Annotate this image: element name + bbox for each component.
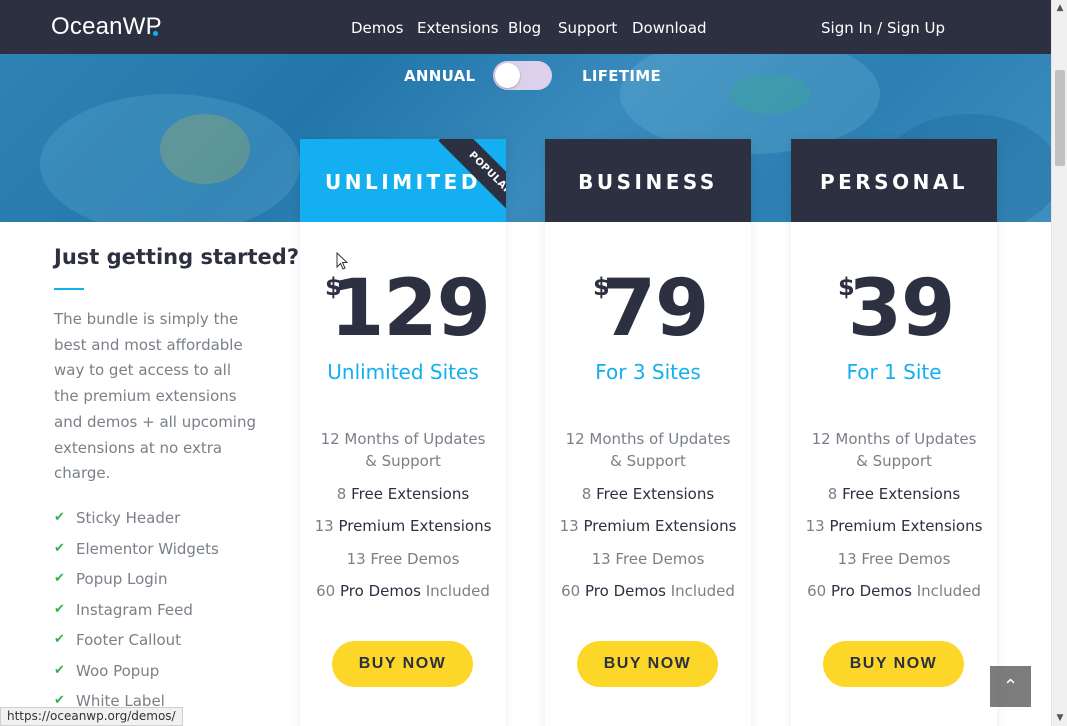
plan-sites: For 1 Site (846, 360, 942, 384)
intro-text: The bundle is simply the best and most a… (54, 310, 257, 483)
plan-feature-premium-ext: 13 Premium Extensions (314, 517, 492, 535)
plan-feature-free-ext: 8 Free Extensions (581, 484, 715, 503)
browser-status-bar: https://oceanwp.org/demos/ (0, 707, 183, 726)
buy-now-button[interactable]: BUY NOW (823, 641, 964, 687)
nav-download[interactable]: Download (632, 19, 707, 37)
plan-features: 12 Months of Updates & Support 8 Free Ex… (545, 428, 751, 613)
plan-feature-pro-demos: 60 Pro Demos Included (807, 582, 981, 600)
intro-title: Just getting started? (54, 245, 300, 269)
nav-blog[interactable]: Blog (508, 19, 541, 37)
popular-badge: POPULAR (466, 149, 506, 198)
site-logo[interactable]: OceanWP (51, 13, 162, 41)
plan-sites: Unlimited Sites (327, 360, 479, 384)
feature-list: ✔ Sticky Header ✔ Elementor Widgets ✔ Popup… (54, 505, 219, 719)
lifetime-label[interactable]: LIFETIME (582, 67, 661, 85)
check-icon: ✔ (54, 632, 65, 647)
page-scrollbar[interactable]: ▲ ▼ (1051, 0, 1067, 726)
popular-ribbon: POPULAR (416, 139, 506, 229)
chevron-up-icon: ⌃ (1002, 676, 1019, 696)
list-item: ✔ Instagram Feed (54, 597, 219, 628)
back-to-top-button[interactable]: ⌃ (990, 666, 1031, 707)
site-header: OceanWP Demos Extensions Blog Support Do… (0, 0, 1051, 54)
buy-now-button[interactable]: BUY NOW (332, 641, 473, 687)
sign-in-link[interactable]: Sign In / Sign Up (821, 19, 945, 37)
scroll-up-icon[interactable]: ▲ (1052, 0, 1067, 16)
check-icon: ✔ (54, 601, 65, 617)
list-item: ✔ Sticky Header (54, 505, 219, 536)
plan-price: 129 (330, 264, 491, 354)
plan-feature-premium-ext: 13 Premium Extensions (559, 517, 737, 535)
nav-support[interactable]: Support (558, 19, 617, 37)
plan-features: 12 Months of Updates & Support 8 Free Ex… (791, 428, 997, 613)
check-icon: ✔ (54, 571, 65, 586)
plan-price: 79 (601, 264, 710, 354)
billing-toggle[interactable] (493, 61, 552, 90)
nav-demos[interactable]: Demos (351, 19, 403, 37)
check-icon: ✔ (54, 540, 65, 556)
plan-features: 12 Months of Updates & Support 8 Free Ex… (300, 428, 506, 613)
plan-feature-free-ext: 8 Free Extensions (827, 484, 961, 503)
plan-feature-pro-demos: 60 Pro Demos Included (561, 582, 735, 600)
plan-sites: For 3 Sites (595, 360, 701, 384)
plan-feature-updates: 12 Months of Updates & Support (320, 430, 486, 470)
plan-card-business: BUSINESS $ 79 For 3 Sites 12 Months of U… (545, 139, 751, 726)
nav-extensions[interactable]: Extensions (417, 19, 498, 37)
plan-feature-updates: 12 Months of Updates & Support (811, 430, 977, 470)
plan-feature-updates: 12 Months of Updates & Support (565, 430, 731, 470)
list-item: ✔ Footer Callout (54, 627, 219, 658)
toggle-knob (495, 63, 520, 88)
annual-label[interactable]: ANNUAL (404, 67, 475, 85)
list-item: ✔ Elementor Widgets (54, 536, 219, 567)
plan-feature-free-demos: 13 Free Demos (591, 549, 705, 568)
plan-feature-free-demos: 13 Free Demos (346, 549, 460, 568)
plan-feature-pro-demos: 60 Pro Demos Included (316, 582, 490, 600)
plan-name: BUSINESS (578, 170, 718, 194)
scroll-down-icon[interactable]: ▼ (1052, 710, 1067, 726)
plan-header: UNLIMITED POPULAR (300, 139, 506, 226)
scrollbar-thumb[interactable] (1055, 70, 1065, 166)
page: OceanWP Demos Extensions Blog Support Do… (0, 0, 1051, 726)
check-icon: ✔ (54, 662, 65, 678)
list-item: ✔ Woo Popup (54, 658, 219, 689)
buy-now-button[interactable]: BUY NOW (577, 641, 718, 687)
plan-name: PERSONAL (819, 170, 969, 194)
plan-card-unlimited: UNLIMITED POPULAR $ 129 Unlimited Sites … (300, 139, 506, 726)
plan-feature-premium-ext: 13 Premium Extensions (805, 517, 983, 535)
logo-dot (153, 31, 158, 36)
plan-feature-free-ext: 8 Free Extensions (336, 484, 470, 503)
intro-divider (54, 288, 84, 290)
plan-header: PERSONAL (791, 139, 997, 222)
plan-price: 39 (847, 264, 956, 354)
plan-header: BUSINESS (545, 139, 751, 222)
list-item: ✔ Popup Login (54, 566, 219, 597)
plan-card-personal: PERSONAL $ 39 For 1 Site 12 Months of Up… (791, 139, 997, 726)
plan-feature-free-demos: 13 Free Demos (837, 549, 951, 568)
check-icon: ✔ (54, 510, 65, 525)
mouse-cursor-icon (336, 252, 348, 270)
